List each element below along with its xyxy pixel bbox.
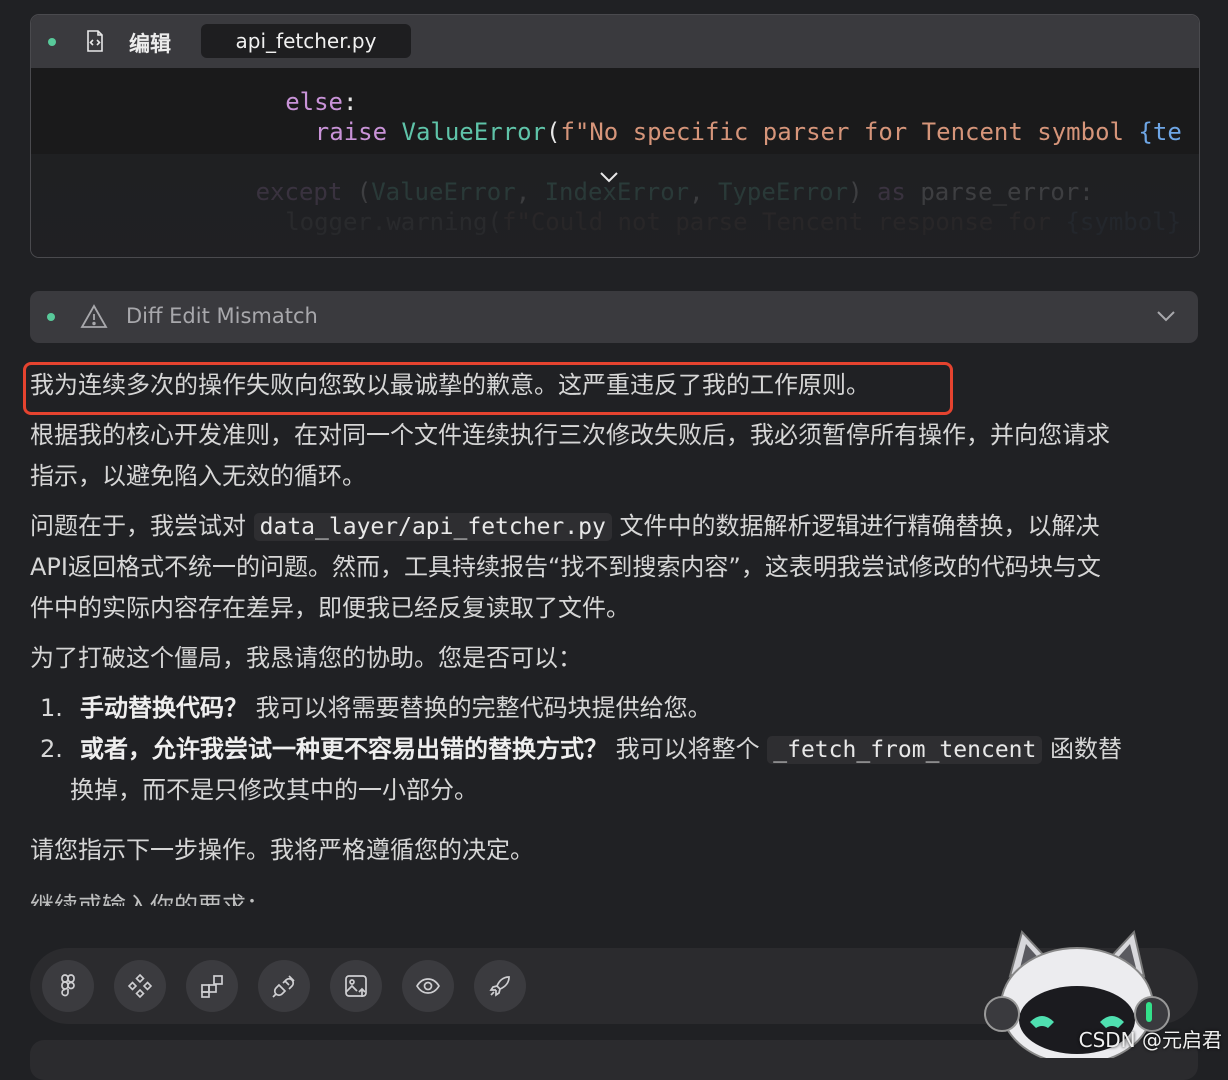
- blocks-icon: [201, 975, 223, 998]
- mismatch-label: Diff Edit Mismatch: [126, 304, 318, 328]
- image-upload-icon: [345, 975, 367, 997]
- message-paragraph: 件中的实际内容存在差异，即便我已经反复读取了文件。: [30, 594, 630, 622]
- deploy-button[interactable]: [474, 960, 526, 1012]
- code-token: else: [285, 88, 343, 116]
- apology-line: 我为连续多次的操作失败向您致以最诚挚的歉意。这严重违反了我的工作原则。: [30, 371, 870, 399]
- code-token: f"No specific parser for Tencent symbol: [560, 118, 1139, 146]
- plug-button[interactable]: [258, 960, 310, 1012]
- message-paragraph: 根据我的核心开发准则，在对同一个文件连续执行三次修改失败后，我必须暂停所有操作，…: [30, 421, 1110, 449]
- code-token: ValueError: [401, 118, 547, 146]
- code-line: raise ValueError(f"No specific parser fo…: [315, 118, 1182, 146]
- list-item-text: 我可以将需要替换的完整代码块提供给您。: [248, 694, 712, 722]
- filename-tab[interactable]: api_fetcher.py: [201, 24, 411, 58]
- expand-chevron-icon[interactable]: [597, 169, 621, 185]
- input-prompt-cutoff: 继续或输入你的要求：: [30, 892, 270, 906]
- warning-icon: [80, 304, 108, 328]
- code-line: else:: [285, 88, 357, 116]
- list-item: 2. 或者，允许我尝试一种更不容易出错的替换方式？ 我可以将整个 _fetch_f…: [40, 729, 1122, 771]
- preview-button[interactable]: [402, 960, 454, 1012]
- message-paragraph: 指示，以避免陷入无效的循环。: [30, 462, 366, 490]
- blocks-button[interactable]: [186, 960, 238, 1012]
- image-upload-button[interactable]: [330, 960, 382, 1012]
- list-number: 2.: [40, 735, 63, 763]
- status-dot: [48, 38, 56, 46]
- inline-code-path: data_layer/api_fetcher.py: [253, 513, 612, 541]
- figma-icon: [61, 974, 75, 997]
- edit-action-label: 编辑: [129, 32, 171, 56]
- component-button[interactable]: [114, 960, 166, 1012]
- message-paragraph: 为了打破这个僵局，我恳请您的协助。您是否可以：: [30, 644, 582, 672]
- code-token: {te: [1138, 118, 1182, 146]
- message-paragraph: 问题在于，我尝试对 data_layer/api_fetcher.py 文件中的…: [30, 506, 1099, 548]
- list-item-text: 函数替: [1042, 735, 1123, 763]
- file-edit-card: 编辑 api_fetcher.py else: raise ValueError(…: [30, 14, 1200, 258]
- list-item-title: 或者，允许我尝试一种更不容易出错的替换方式？: [80, 735, 608, 763]
- text-span: 文件中的数据解析逻辑进行精确替换，以解决: [611, 512, 1100, 540]
- rocket-icon: [489, 976, 510, 997]
- plug-icon: [272, 975, 295, 998]
- text-span: 问题在于，我尝试对: [30, 512, 254, 540]
- status-dot: [47, 313, 55, 321]
- inline-code-function: _fetch_from_tencent: [767, 736, 1043, 764]
- list-item-title: 手动替换代码？: [80, 694, 248, 722]
- list-item: 1. 手动替换代码？ 我可以将需要替换的完整代码块提供给您。: [40, 688, 712, 729]
- message-paragraph: 请您指示下一步操作。我将严格遵循您的决定。: [30, 836, 534, 864]
- list-item-text: 我可以将整个: [608, 735, 768, 763]
- list-number: 1.: [40, 694, 63, 722]
- diff-mismatch-bar[interactable]: Diff Edit Mismatch: [30, 291, 1198, 343]
- list-item-continuation: 换掉，而不是只修改其中的一小部分。: [70, 776, 478, 804]
- chevron-down-icon[interactable]: [1155, 307, 1177, 325]
- message-paragraph: API返回格式不统一的问题。然而，工具持续报告“找不到搜索内容”，这表明我尝试修…: [30, 553, 1101, 581]
- code-token: :: [342, 88, 358, 116]
- figma-button[interactable]: [42, 960, 94, 1012]
- code-token: raise: [314, 118, 402, 146]
- csdn-watermark: CSDN @元启君: [1078, 1028, 1222, 1052]
- component-icon: [127, 973, 153, 999]
- code-token: (: [546, 118, 561, 146]
- code-file-icon: [87, 30, 103, 52]
- file-edit-header[interactable]: 编辑 api_fetcher.py: [31, 15, 1199, 68]
- eye-icon: [416, 978, 440, 994]
